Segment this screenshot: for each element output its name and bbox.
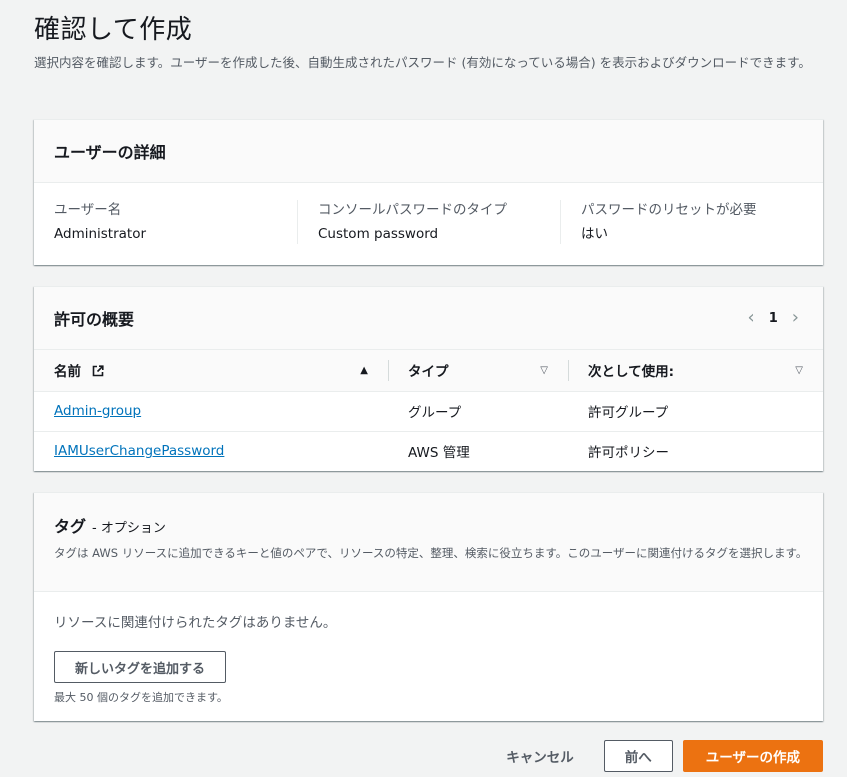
- user-details-fields: ユーザー名 Administrator コンソールパスワードのタイプ Custo…: [34, 183, 823, 244]
- password-reset-field: パスワードのリセットが必要 はい: [560, 200, 823, 244]
- column-name-label: 名前: [54, 364, 81, 381]
- permissions-header: 許可の概要 ‹ 1 ›: [34, 287, 823, 350]
- row-type: AWS 管理: [408, 445, 470, 462]
- user-details-panel: ユーザーの詳細 ユーザー名 Administrator コンソールパスワードのタ…: [34, 119, 823, 265]
- tags-body: リソースに関連付けられたタグはありません。 新しいタグを追加する 最大 50 個…: [34, 592, 823, 705]
- sort-ascending-icon[interactable]: ▲: [360, 365, 368, 376]
- column-header-name[interactable]: 名前 ▲: [34, 350, 388, 392]
- column-type-label: タイプ: [408, 364, 449, 381]
- table-row: IAMUserChangePassword AWS 管理 許可ポリシー: [34, 431, 823, 471]
- tags-header: タグ - オプション タグは AWS リソースに追加できるキーと値のペアで、リソ…: [34, 493, 823, 592]
- permissions-table: 名前 ▲ タイプ ▽ 次として使用: ▽ Admin-group グループ 許可…: [34, 350, 823, 471]
- user-details-header: ユーザーの詳細: [34, 120, 823, 183]
- tags-optional-label: - オプション: [92, 521, 166, 536]
- username-field: ユーザー名 Administrator: [54, 200, 297, 244]
- tags-limit-hint: 最大 50 個のタグを追加できます。: [54, 691, 228, 704]
- row-name-link[interactable]: Admin-group: [54, 403, 141, 419]
- password-type-value: Custom password: [318, 226, 439, 242]
- row-used-as: 許可ポリシー: [588, 445, 669, 462]
- user-details-title: ユーザーの詳細: [54, 143, 166, 162]
- page-header: 確認して作成 選択内容を確認します。ユーザーを作成した後、自動生成されたパスワー…: [34, 12, 834, 73]
- chevron-right-icon[interactable]: ›: [792, 309, 799, 327]
- column-header-type[interactable]: タイプ ▽: [388, 350, 568, 392]
- password-reset-value: はい: [581, 226, 608, 242]
- external-link-icon: [92, 365, 104, 377]
- column-used-as-label: 次として使用:: [588, 364, 674, 381]
- cancel-button[interactable]: キャンセル: [486, 740, 594, 772]
- pagination: ‹ 1 ›: [748, 309, 803, 327]
- add-tag-button[interactable]: 新しいタグを追加する: [54, 651, 227, 683]
- page-number[interactable]: 1: [769, 311, 778, 326]
- permissions-panel: 許可の概要 ‹ 1 › 名前 ▲ タイプ ▽ 次として使用: ▽ Admin-g…: [34, 286, 823, 471]
- create-user-button[interactable]: ユーザーの作成: [682, 740, 823, 772]
- username-value: Administrator: [54, 226, 147, 242]
- footer-actions: キャンセル 前へ ユーザーの作成: [486, 740, 823, 772]
- previous-button[interactable]: 前へ: [603, 740, 673, 772]
- tags-empty-message: リソースに関連付けられたタグはありません。: [54, 615, 337, 631]
- page-description: 選択内容を確認します。ユーザーを作成した後、自動生成されたパスワード (有効にな…: [34, 55, 811, 70]
- permissions-title: 許可の概要: [54, 310, 135, 329]
- tags-title: タグ: [54, 517, 87, 536]
- username-label: ユーザー名: [54, 202, 122, 218]
- password-type-label: コンソールパスワードのタイプ: [318, 202, 507, 218]
- chevron-left-icon[interactable]: ‹: [748, 309, 755, 327]
- password-reset-label: パスワードのリセットが必要: [581, 202, 757, 218]
- sort-icon[interactable]: ▽: [540, 365, 548, 376]
- tags-panel: タグ - オプション タグは AWS リソースに追加できるキーと値のペアで、リソ…: [34, 492, 823, 721]
- sort-icon[interactable]: ▽: [795, 365, 803, 376]
- column-header-used-as[interactable]: 次として使用: ▽: [568, 350, 823, 392]
- page-title: 確認して作成: [34, 15, 193, 45]
- table-row: Admin-group グループ 許可グループ: [34, 391, 823, 432]
- row-used-as: 許可グループ: [568, 391, 823, 432]
- row-type: グループ: [388, 391, 568, 432]
- row-name-link[interactable]: IAMUserChangePassword: [54, 443, 224, 459]
- password-type-field: コンソールパスワードのタイプ Custom password: [297, 200, 560, 244]
- table-header-row: 名前 ▲ タイプ ▽ 次として使用: ▽: [34, 350, 823, 392]
- tags-description: タグは AWS リソースに追加できるキーと値のペアで、リソースの特定、整理、検索…: [54, 546, 808, 560]
